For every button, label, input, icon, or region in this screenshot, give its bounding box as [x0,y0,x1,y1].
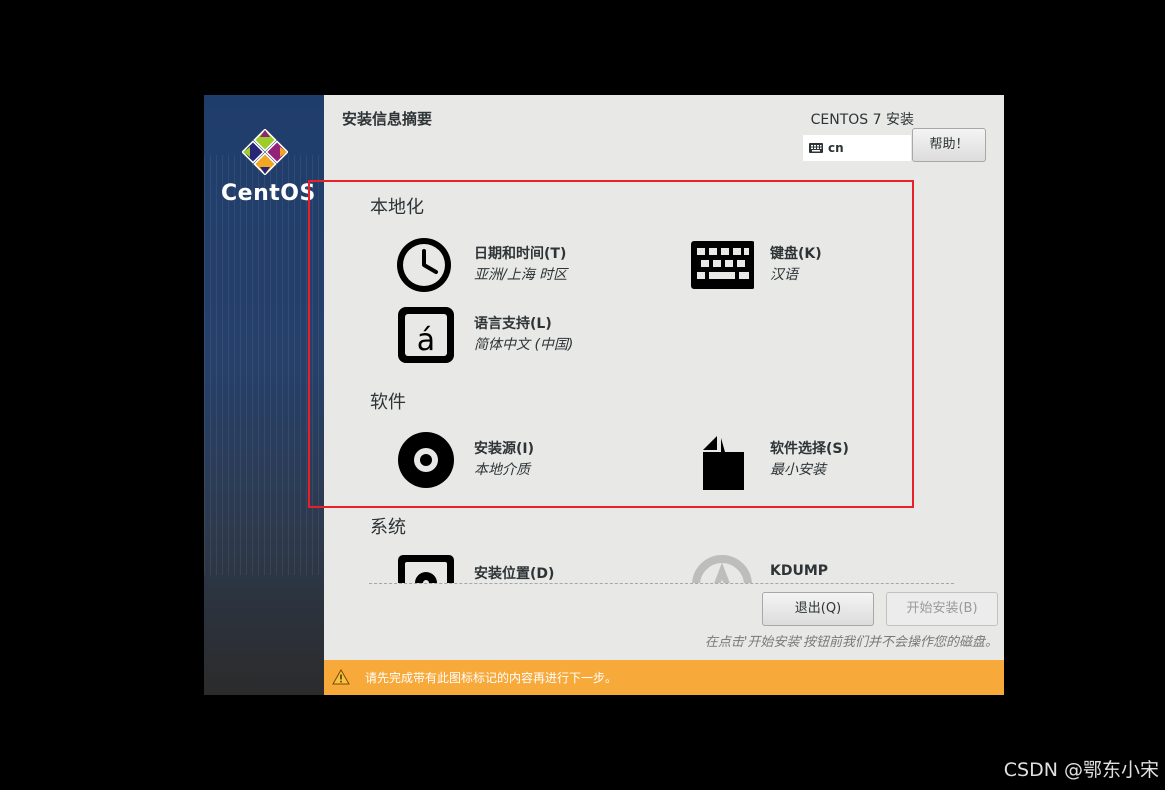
watermark: CSDN @鄂东小宋 [1003,759,1159,781]
spoke-title: KDUMP [770,563,829,579]
centos-logo-icon [242,129,288,175]
harddisk-icon [398,555,454,583]
spoke-kdump[interactable]: KDUMP [690,553,910,583]
sidebar: CentOS [204,95,324,695]
begin-installation-button[interactable]: 开始安装(B) [886,592,998,626]
quit-button[interactable]: 退出(Q) [762,592,874,626]
scroll-divider [369,583,954,584]
annotation-highlight-box [308,180,914,508]
warning-bar: 请先完成带有此图标标记的内容再进行下一步。 [324,660,1004,695]
spoke-title: 安装位置(D) [474,566,555,582]
category-system: 系统 [370,517,406,538]
centos-brand-text: CentOS [221,181,316,206]
sidebar-pattern [204,155,324,575]
warning-icon [332,669,350,685]
spoke-install-destination[interactable]: 安装位置(D) [394,553,624,583]
warning-text: 请先完成带有此图标标记的内容再进行下一步。 [365,671,618,685]
kdump-icon [692,555,752,583]
disk-note: 在点击'开始安装'按钮前我们并不会操作您的磁盘。 [704,635,998,650]
